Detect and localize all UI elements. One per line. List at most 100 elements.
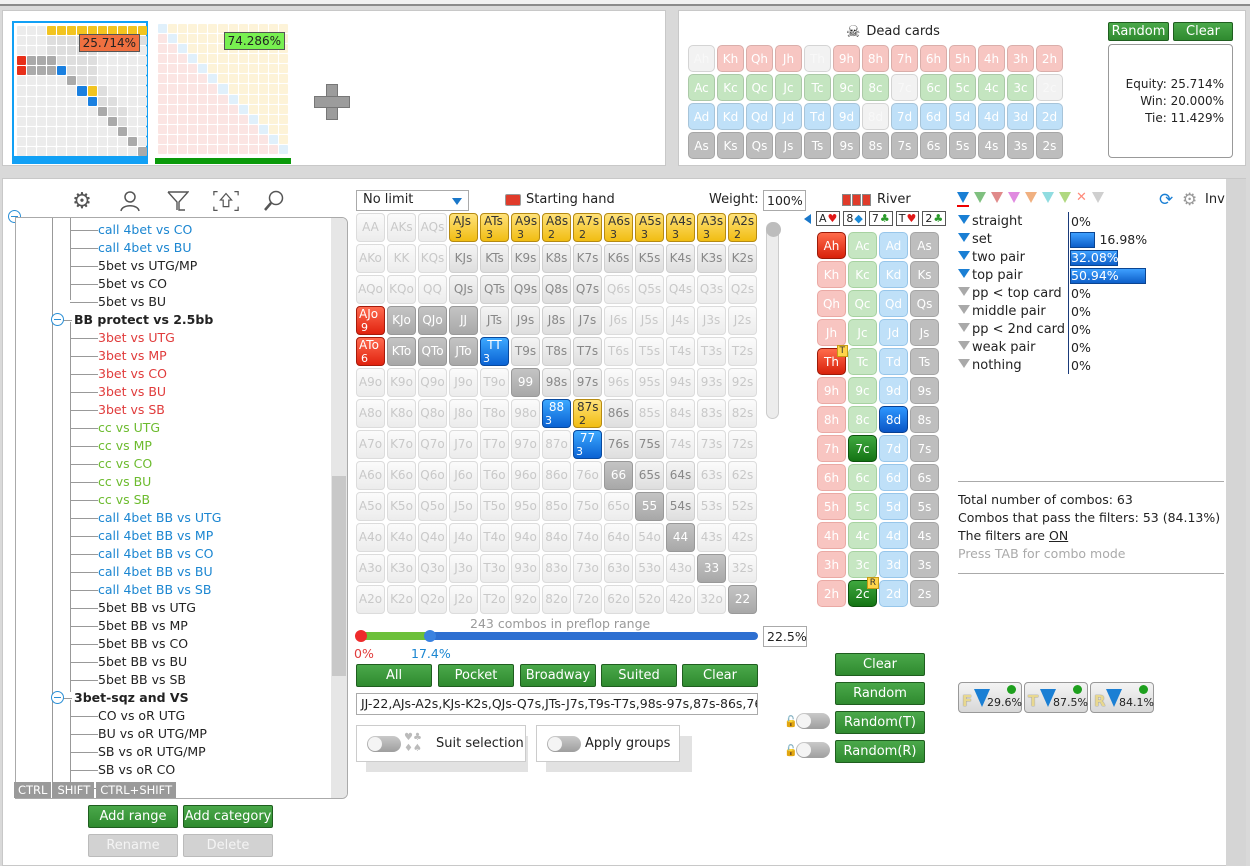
tree-item[interactable]: 3bet vs MP [98,347,167,365]
hand-cell[interactable]: AJs 3 [449,213,478,242]
filter-funnel-icon[interactable] [958,305,970,314]
dead-card[interactable]: 6c [920,74,947,101]
hand-cell[interactable]: A7o [356,430,385,459]
hand-cell[interactable]: Q5s [635,275,664,304]
board-picker-card[interactable]: 6s [910,464,939,491]
hand-cell[interactable]: 42o [666,585,695,614]
board-picker-card[interactable]: 5c [848,493,877,520]
random-turn-button[interactable]: Random(T) [835,711,925,734]
hand-cell[interactable]: K9o [387,368,416,397]
hand-cell[interactable]: Q3s [697,275,726,304]
dead-card[interactable]: Th [804,45,831,72]
gear-icon[interactable]: ⚙ [68,188,96,214]
board-card[interactable]: 8 ◆ [843,211,866,226]
dead-card[interactable]: 3h [1007,45,1034,72]
hand-cell[interactable]: A8s2 ♠♣ [542,213,571,242]
board-picker-card[interactable]: 2s [910,580,939,607]
hand-cell[interactable]: J8s [542,306,571,335]
range-slider[interactable] [355,630,758,642]
tree-item[interactable]: call 4bet BB vs BU [98,563,213,581]
refresh-icon[interactable]: ⟳ [1159,190,1173,210]
dead-card[interactable]: Qd [746,103,773,130]
hand-cell[interactable]: Q6o [418,461,447,490]
dead-card[interactable]: 3d [1007,103,1034,130]
filter-row[interactable]: pp < top card [958,285,1062,303]
hand-cell[interactable]: J5o [449,492,478,521]
hand-cell[interactable]: 54s [666,492,695,521]
board-picker-card[interactable]: 4c [848,522,877,549]
board-picker-card[interactable]: 5d [879,493,908,520]
random-river-toggle[interactable] [796,742,830,758]
hand-cell[interactable]: 43s [697,523,726,552]
hand-cell[interactable]: K2s [728,244,757,273]
dead-card[interactable]: Ad [688,103,715,130]
hand-cell[interactable]: K8s [542,244,571,273]
range-percent-input[interactable]: 22.5% [763,626,807,647]
hand-cell[interactable]: T7o [480,430,509,459]
filter-row[interactable]: middle pair [958,303,1046,321]
hand-cell[interactable]: Q4s [666,275,695,304]
hand-cell[interactable]: 53o [635,554,664,583]
hand-cell[interactable]: Q4o [418,523,447,552]
hand-cell[interactable]: J6s [604,306,633,335]
hand-cell[interactable]: 52s [728,492,757,521]
tree-item[interactable]: 3bet vs CO [98,365,167,383]
board-picker-card[interactable]: Ad [879,232,908,259]
hand-cell[interactable]: KK [387,244,416,273]
hand-cell[interactable]: 62s [728,461,757,490]
hand-cell[interactable]: T4o [480,523,509,552]
tree-item[interactable]: 5bet vs CO [98,275,167,293]
board-picker-card[interactable]: 3h [817,551,846,578]
dead-card[interactable]: 6h [920,45,947,72]
hand-cell[interactable]: T5s [635,337,664,366]
hand-cell[interactable]: KTo [387,337,416,366]
hand-cell[interactable]: 96s [604,368,633,397]
dead-card[interactable]: Ac [688,74,715,101]
dead-card[interactable]: 6d [920,103,947,130]
hand-cell[interactable]: 53s [697,492,726,521]
remove-filter-icon[interactable]: ✕ [1076,191,1087,204]
hand-cell[interactable]: 92o [511,585,540,614]
all-button[interactable]: All [356,664,432,687]
board-picker-card[interactable]: Qc [848,290,877,317]
board-picker-card[interactable]: 9c [848,377,877,404]
board-picker-card[interactable]: 7h [817,435,846,462]
hand-cell[interactable]: Q2o [418,585,447,614]
board-picker-card[interactable]: 7s [910,435,939,462]
hand-cell[interactable]: 33 [697,554,726,583]
tree-item[interactable]: 5bet BB vs MP [98,617,188,635]
hand-cell[interactable]: ATs 3 [480,213,509,242]
hand-cell[interactable]: KQs [418,244,447,273]
hand-cell[interactable]: AKo [356,244,385,273]
hand-cell[interactable]: 64s [666,461,695,490]
hand-cell[interactable]: J2s [728,306,757,335]
board-picker-card[interactable]: 6d [879,464,908,491]
filter-tab-icon[interactable] [1008,192,1020,203]
hand-cell[interactable]: 96o [511,461,540,490]
hand-cell[interactable]: JTo [449,337,478,366]
hand-cell[interactable]: J5s [635,306,664,335]
hand-cell[interactable]: T8s [542,337,571,366]
hand-cell[interactable]: 93o [511,554,540,583]
board-picker-card[interactable]: 9h [817,377,846,404]
dead-card[interactable]: 8c [862,74,889,101]
board-picker-card[interactable]: 8d [879,406,908,433]
suited-button[interactable]: Suited [601,664,677,687]
hand-cell[interactable]: 84s [666,399,695,428]
hand-cell[interactable]: 85s [635,399,664,428]
dead-card[interactable]: 3c [1007,74,1034,101]
hand-cell[interactable]: KQo [387,275,416,304]
dead-card[interactable]: 5s [949,132,976,159]
hand-cell[interactable]: A4s 3 [666,213,695,242]
board-card[interactable]: A ♥ [816,211,841,226]
hand-cell[interactable]: T6s [604,337,633,366]
dead-card[interactable]: 3s [1007,132,1034,159]
board-picker-card[interactable]: 3s [910,551,939,578]
hand-cell[interactable]: 32o [697,585,726,614]
board-picker-card[interactable]: Tc [848,348,877,375]
hand-cell[interactable]: K9s [511,244,540,273]
board-picker-card[interactable]: 4h [817,522,846,549]
hand-cell[interactable]: 88 3 [542,399,571,428]
board-picker-card[interactable]: 4d [879,522,908,549]
hand-cell[interactable]: 76o [573,461,602,490]
